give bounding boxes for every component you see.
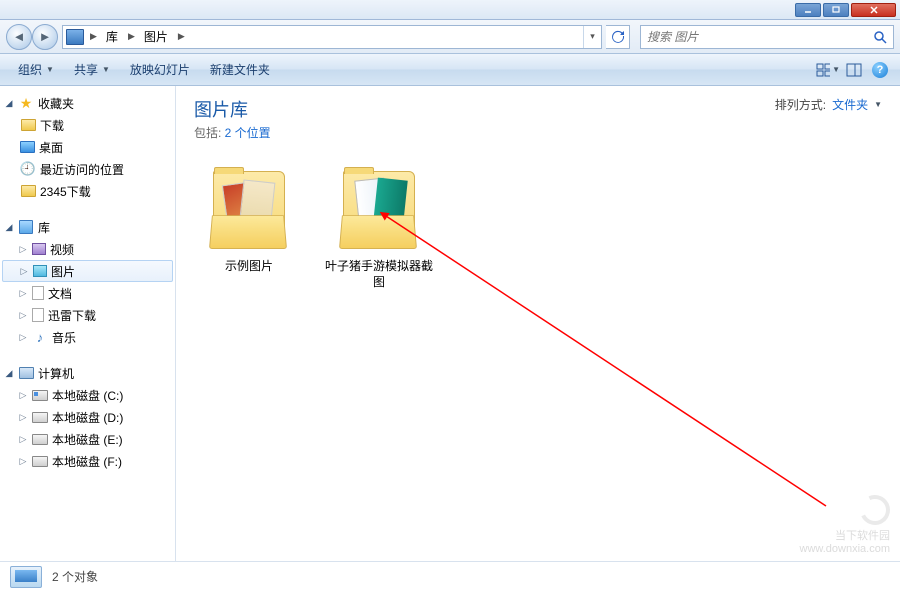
tree-computer-header[interactable]: ◢计算机 — [0, 362, 175, 384]
download-icon — [32, 308, 44, 322]
tree-item-drive-c[interactable]: ▷本地磁盘 (C:) — [0, 384, 175, 406]
tree-item-music[interactable]: ▷♪音乐 — [0, 326, 175, 348]
chevron-down-icon: ▼ — [874, 100, 882, 109]
breadcrumb[interactable]: ▶ 库 ▶ 图片 ▶ ▾ — [62, 25, 602, 49]
chevron-right-icon[interactable]: ▶ — [87, 31, 100, 42]
expand-icon[interactable]: ▷ — [18, 310, 28, 321]
breadcrumb-seg-libraries[interactable]: 库 — [100, 26, 125, 48]
chevron-right-icon[interactable]: ▶ — [175, 31, 188, 42]
status-icon — [10, 566, 42, 588]
drive-icon — [32, 412, 48, 423]
location-icon — [66, 29, 84, 45]
item-label: 示例图片 — [194, 259, 304, 275]
watermark: 当下软件园 www.downxia.com — [800, 495, 890, 555]
help-button[interactable]: ? — [868, 59, 892, 81]
expand-icon[interactable]: ▷ — [18, 244, 28, 255]
item-label: 叶子猪手游模拟器截图 — [324, 259, 434, 290]
library-icon — [19, 220, 33, 234]
close-button[interactable] — [851, 3, 896, 17]
expand-icon[interactable]: ▷ — [19, 266, 29, 277]
expand-icon[interactable]: ▷ — [18, 456, 28, 467]
tree-item-drive-d[interactable]: ▷本地磁盘 (D:) — [0, 406, 175, 428]
folder-icon — [21, 119, 36, 131]
refresh-button[interactable] — [606, 25, 630, 49]
preview-pane-button[interactable] — [842, 59, 866, 81]
expand-icon[interactable]: ▷ — [18, 434, 28, 445]
tree-item-downloads[interactable]: 下载 — [0, 114, 175, 136]
tree-computer: ◢计算机 ▷本地磁盘 (C:) ▷本地磁盘 (D:) ▷本地磁盘 (E:) ▷本… — [0, 362, 175, 472]
organize-menu[interactable]: 组织▼ — [8, 57, 64, 82]
pictures-icon — [33, 265, 47, 277]
content-pane: 图片库 包括: 2 个位置 排列方式: 文件夹 ▼ 示例图片 叶子猪手游模拟器截… — [176, 86, 900, 561]
tree-item-documents[interactable]: ▷文档 — [0, 282, 175, 304]
tree-favorites-header[interactable]: ◢★收藏夹 — [0, 92, 175, 114]
recent-icon: 🕘 — [20, 161, 36, 177]
folder-icon — [21, 185, 36, 197]
tree-item-drive-f[interactable]: ▷本地磁盘 (F:) — [0, 450, 175, 472]
statusbar: 2 个对象 — [0, 561, 900, 591]
maximize-button[interactable] — [823, 3, 849, 17]
chevron-down-icon: ▼ — [102, 65, 110, 74]
slideshow-button[interactable]: 放映幻灯片 — [120, 57, 200, 82]
back-button[interactable]: ◄ — [6, 24, 32, 50]
search-input[interactable] — [641, 30, 867, 44]
includes-link[interactable]: 2 个位置 — [225, 126, 271, 140]
tree-item-videos[interactable]: ▷视频 — [0, 238, 175, 260]
star-icon: ★ — [18, 95, 34, 111]
expand-icon[interactable]: ▷ — [18, 412, 28, 423]
chevron-right-icon[interactable]: ▶ — [125, 31, 138, 42]
forward-button[interactable]: ► — [32, 24, 58, 50]
library-includes: 包括: 2 个位置 — [194, 124, 271, 141]
toolbar: 组织▼ 共享▼ 放映幻灯片 新建文件夹 ▼ ? — [0, 54, 900, 86]
tree-item-2345[interactable]: 2345下载 — [0, 180, 175, 202]
tree-item-pictures[interactable]: ▷图片 — [2, 260, 173, 282]
library-title: 图片库 — [194, 96, 271, 122]
tree-item-xunlei[interactable]: ▷迅雷下载 — [0, 304, 175, 326]
titlebar — [0, 0, 900, 20]
drive-icon — [32, 456, 48, 467]
tree-item-recent[interactable]: 🕘最近访问的位置 — [0, 158, 175, 180]
chevron-down-icon: ▼ — [46, 65, 54, 74]
tree-item-desktop[interactable]: 桌面 — [0, 136, 175, 158]
documents-icon — [32, 286, 44, 300]
music-icon: ♪ — [32, 329, 48, 345]
search-box[interactable] — [640, 25, 894, 49]
desktop-icon — [20, 141, 35, 153]
tree-item-drive-e[interactable]: ▷本地磁盘 (E:) — [0, 428, 175, 450]
sort-control[interactable]: 排列方式: 文件夹 ▼ — [775, 96, 882, 113]
breadcrumb-dropdown[interactable]: ▾ — [583, 26, 601, 48]
share-menu[interactable]: 共享▼ — [64, 57, 120, 82]
folder-item[interactable]: 示例图片 — [194, 165, 304, 290]
collapse-icon[interactable]: ◢ — [4, 222, 14, 233]
sidebar: ◢★收藏夹 下载 桌面 🕘最近访问的位置 2345下载 ◢库 ▷视频 ▷图片 ▷… — [0, 86, 176, 561]
expand-icon[interactable]: ▷ — [18, 390, 28, 401]
folder-thumbnail — [335, 165, 423, 253]
view-options-button[interactable]: ▼ — [816, 59, 840, 81]
minimize-button[interactable] — [795, 3, 821, 17]
tree-favorites: ◢★收藏夹 下载 桌面 🕘最近访问的位置 2345下载 — [0, 92, 175, 202]
navbar: ◄ ► ▶ 库 ▶ 图片 ▶ ▾ — [0, 20, 900, 54]
computer-icon — [19, 367, 34, 379]
status-text: 2 个对象 — [52, 568, 98, 585]
collapse-icon[interactable]: ◢ — [4, 368, 14, 379]
folder-thumbnail — [205, 165, 293, 253]
tree-libraries-header[interactable]: ◢库 — [0, 216, 175, 238]
video-icon — [32, 243, 46, 255]
breadcrumb-seg-pictures[interactable]: 图片 — [138, 26, 175, 48]
expand-icon[interactable]: ▷ — [18, 288, 28, 299]
collapse-icon[interactable]: ◢ — [4, 98, 14, 109]
watermark-logo-icon — [856, 491, 894, 529]
search-icon[interactable] — [867, 26, 893, 48]
folder-item[interactable]: 叶子猪手游模拟器截图 — [324, 165, 434, 290]
newfolder-button[interactable]: 新建文件夹 — [200, 57, 280, 82]
tree-libraries: ◢库 ▷视频 ▷图片 ▷文档 ▷迅雷下载 ▷♪音乐 — [0, 216, 175, 348]
expand-icon[interactable]: ▷ — [18, 332, 28, 343]
drive-icon — [32, 390, 48, 401]
drive-icon — [32, 434, 48, 445]
